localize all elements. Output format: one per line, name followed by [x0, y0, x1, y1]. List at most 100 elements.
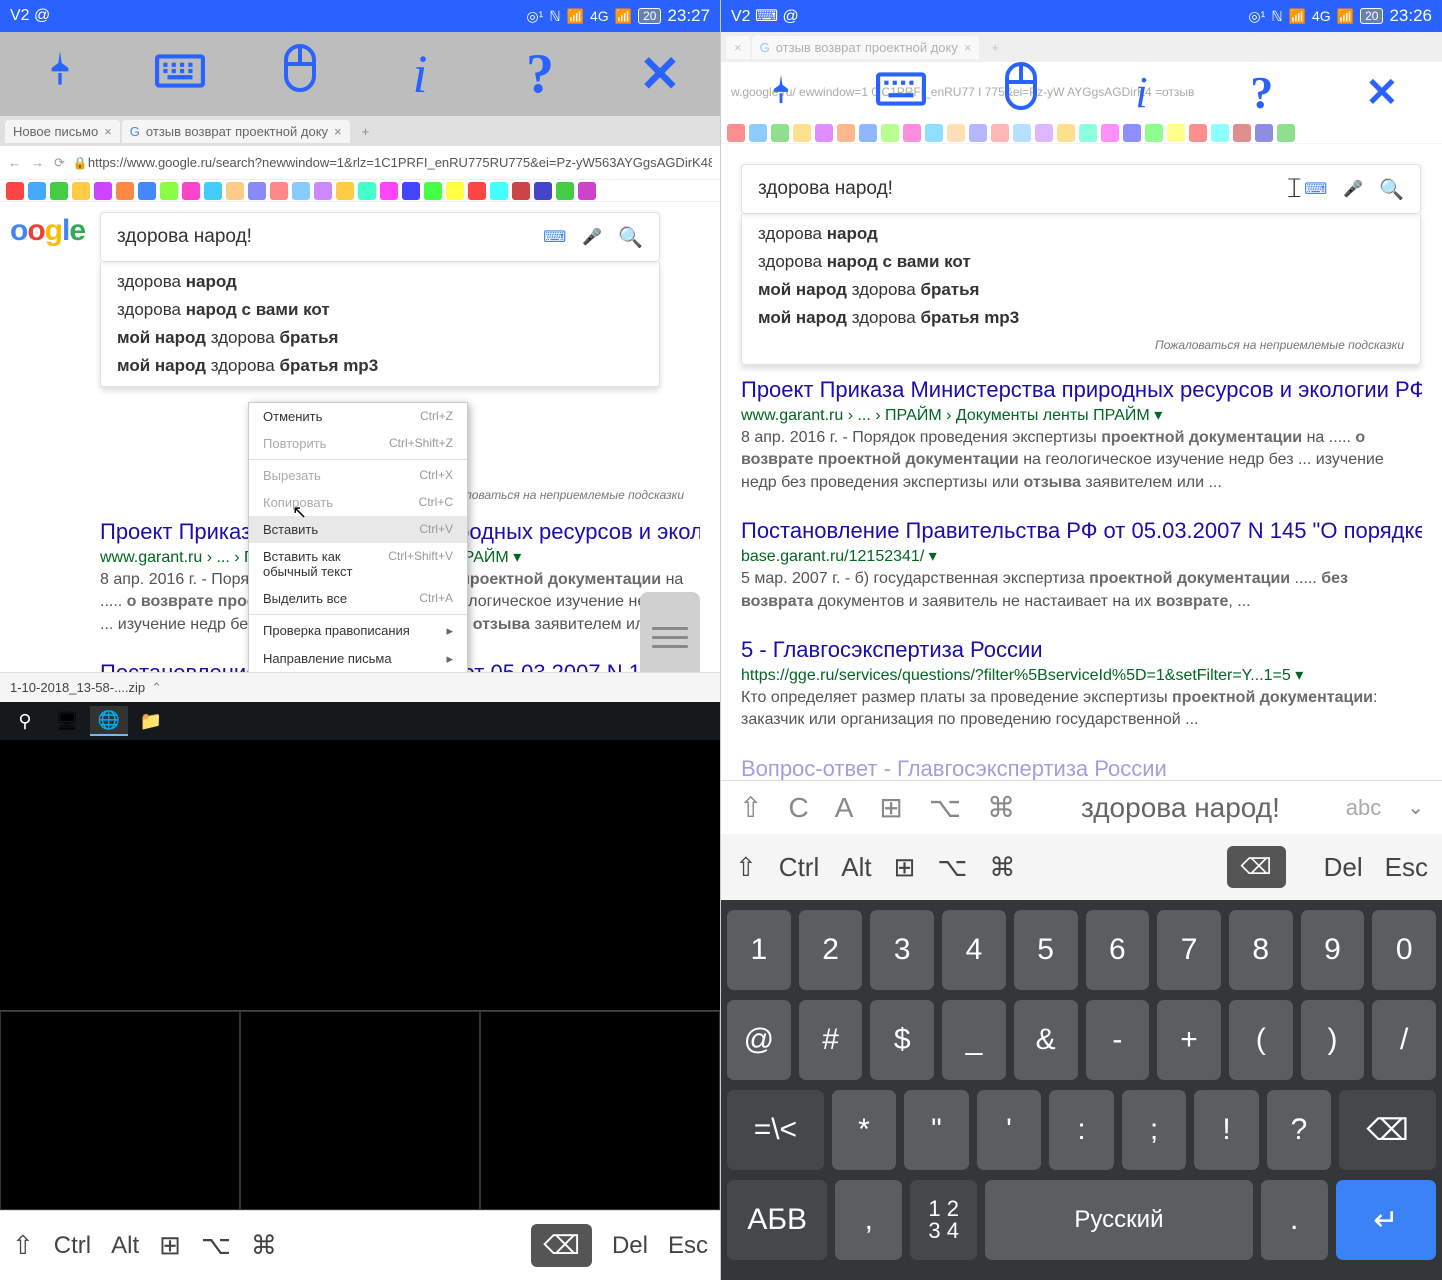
- del-key[interactable]: Del: [1324, 852, 1363, 883]
- key-semi[interactable]: ;: [1122, 1090, 1187, 1170]
- result-title[interactable]: Вопрос-ответ - Главгосэкспертиза России: [741, 756, 1422, 780]
- mouse-icon[interactable]: [991, 62, 1051, 123]
- key-bang[interactable]: !: [1194, 1090, 1259, 1170]
- keyboard-icon[interactable]: [150, 45, 210, 104]
- key-7[interactable]: 7: [1157, 910, 1221, 990]
- suggestion[interactable]: мой народ здорова братья mp3: [101, 352, 659, 380]
- option-key[interactable]: ⌥: [201, 1230, 231, 1261]
- key-plus[interactable]: +: [1157, 1000, 1221, 1080]
- ctx-redo[interactable]: ПовторитьCtrl+Shift+Z: [249, 430, 467, 457]
- cmd-key[interactable]: ⌘: [989, 852, 1015, 883]
- key-slash[interactable]: /: [1372, 1000, 1436, 1080]
- new-tab-button[interactable]: +: [352, 124, 380, 139]
- ctx-undo[interactable]: ОтменитьCtrl+Z: [249, 403, 467, 430]
- monitor-icon[interactable]: 🖥: [48, 706, 86, 736]
- key-at[interactable]: @: [727, 1000, 791, 1080]
- key-symbols[interactable]: =\<: [727, 1090, 824, 1170]
- key-9[interactable]: 9: [1301, 910, 1365, 990]
- alt-key[interactable]: Alt: [111, 1232, 139, 1260]
- dropdown-icon[interactable]: ▾: [1295, 667, 1303, 684]
- mouse-icon[interactable]: [270, 44, 330, 105]
- fwd-icon[interactable]: →: [31, 155, 44, 171]
- key-colon[interactable]: :: [1049, 1090, 1114, 1170]
- key-amp[interactable]: &: [1014, 1000, 1078, 1080]
- key-question[interactable]: ?: [1267, 1090, 1332, 1170]
- c-indicator[interactable]: C: [788, 792, 808, 824]
- search-input-wrap[interactable]: здорова народ! 𝙸 ⌨ 🎤 🔍: [741, 164, 1421, 214]
- key-1[interactable]: 1: [727, 910, 791, 990]
- search-icon[interactable]: 🔍: [618, 225, 643, 250]
- info-icon[interactable]: i: [1112, 67, 1172, 118]
- key-space[interactable]: Русский: [985, 1180, 1253, 1260]
- search-input-wrap[interactable]: здорова народ! ⌨ 🎤 🔍: [100, 212, 660, 262]
- close-tab-icon[interactable]: ×: [104, 124, 112, 139]
- combo-word[interactable]: здорова народ!: [1041, 792, 1320, 824]
- browser-tab-1[interactable]: Новое письмо×: [5, 120, 120, 143]
- close-icon[interactable]: ✕: [1352, 69, 1412, 116]
- url-text[interactable]: https://www.google.ru/search?newwindow=1…: [88, 155, 712, 170]
- key-lparen[interactable]: (: [1229, 1000, 1293, 1080]
- suggestion[interactable]: здорова народ с вами кот: [742, 248, 1420, 276]
- ctx-spell[interactable]: Проверка правописания: [249, 617, 467, 645]
- scroll-handle[interactable]: [640, 592, 700, 672]
- close-tab-icon[interactable]: ×: [964, 40, 972, 55]
- a-indicator[interactable]: A: [835, 792, 854, 824]
- browser-tab-2[interactable]: Gотзыв возврат проектной доку×: [752, 36, 980, 59]
- key-star[interactable]: *: [832, 1090, 897, 1170]
- backspace-key[interactable]: ⌫: [531, 1224, 592, 1267]
- cmd-indicator[interactable]: ⌘: [987, 791, 1015, 824]
- ctx-cut[interactable]: ВырезатьCtrl+X: [249, 462, 467, 489]
- ctx-paste[interactable]: ВставитьCtrl+V: [249, 516, 467, 543]
- key-4[interactable]: 4: [942, 910, 1006, 990]
- backspace-key[interactable]: ⌫: [1227, 846, 1286, 888]
- esc-key[interactable]: Esc: [668, 1232, 708, 1260]
- suggestion[interactable]: здорова народ: [101, 268, 659, 296]
- abc-indicator[interactable]: abc: [1346, 795, 1381, 821]
- search-input[interactable]: здорова народ!: [117, 226, 543, 248]
- new-tab-button[interactable]: +: [981, 40, 1009, 55]
- key-numpad[interactable]: 1 23 4: [910, 1180, 977, 1260]
- win-indicator[interactable]: ⊞: [879, 791, 902, 824]
- chrome-icon[interactable]: 🌐: [90, 706, 128, 736]
- reload-icon[interactable]: ⟳: [54, 155, 65, 171]
- ctx-paste-plain[interactable]: Вставить как обычный текстCtrl+Shift+V: [249, 543, 467, 585]
- result-title[interactable]: Проект Приказа Министерства природных ре…: [741, 377, 1422, 403]
- search-icon[interactable]: 🔍: [1379, 177, 1404, 202]
- key-abc[interactable]: АБВ: [727, 1180, 827, 1260]
- suggestion[interactable]: здорова народ: [742, 220, 1420, 248]
- dropdown-icon[interactable]: ▾: [1154, 407, 1162, 424]
- key-2[interactable]: 2: [799, 910, 863, 990]
- keyboard-mini-icon[interactable]: ⌨: [1304, 179, 1327, 199]
- key-3[interactable]: 3: [870, 910, 934, 990]
- explorer-icon[interactable]: 📁: [132, 706, 170, 736]
- close-icon[interactable]: ✕: [630, 45, 690, 103]
- key-5[interactable]: 5: [1014, 910, 1078, 990]
- key-0[interactable]: 0: [1372, 910, 1436, 990]
- suggestion[interactable]: мой народ здорова братья mp3: [742, 304, 1420, 332]
- dropdown-icon[interactable]: ▾: [929, 548, 937, 565]
- key-enter[interactable]: ↵: [1336, 1180, 1436, 1260]
- key-minus[interactable]: -: [1086, 1000, 1150, 1080]
- ctx-direction[interactable]: Направление письма: [249, 645, 467, 672]
- pin-icon[interactable]: [751, 63, 811, 122]
- touchpad-area[interactable]: [0, 740, 720, 1210]
- ctx-select-all[interactable]: Выделить всеCtrl+A: [249, 585, 467, 612]
- ctrl-key[interactable]: Ctrl: [54, 1232, 91, 1260]
- help-icon[interactable]: ?: [510, 42, 570, 106]
- key-rparen[interactable]: ): [1301, 1000, 1365, 1080]
- touchpad-right-button[interactable]: [480, 1011, 720, 1210]
- chevron-up-icon[interactable]: ⌃: [151, 680, 162, 696]
- mic-icon[interactable]: 🎤: [582, 227, 602, 247]
- option-key[interactable]: ⌥: [937, 852, 967, 883]
- esc-key[interactable]: Esc: [1385, 852, 1428, 883]
- dropdown-icon[interactable]: ▾: [513, 549, 521, 566]
- key-hash[interactable]: #: [799, 1000, 863, 1080]
- win-key[interactable]: ⊞: [894, 852, 916, 883]
- back-icon[interactable]: ←: [8, 155, 21, 171]
- collapse-icon[interactable]: ⌄: [1407, 795, 1424, 820]
- pin-icon[interactable]: [30, 44, 90, 105]
- result-title[interactable]: Постановление Правительства РФ от 05.03.…: [741, 518, 1422, 544]
- shift-key[interactable]: ⇧: [735, 852, 757, 883]
- key-squote[interactable]: ': [977, 1090, 1042, 1170]
- close-tab-icon[interactable]: ×: [734, 40, 742, 55]
